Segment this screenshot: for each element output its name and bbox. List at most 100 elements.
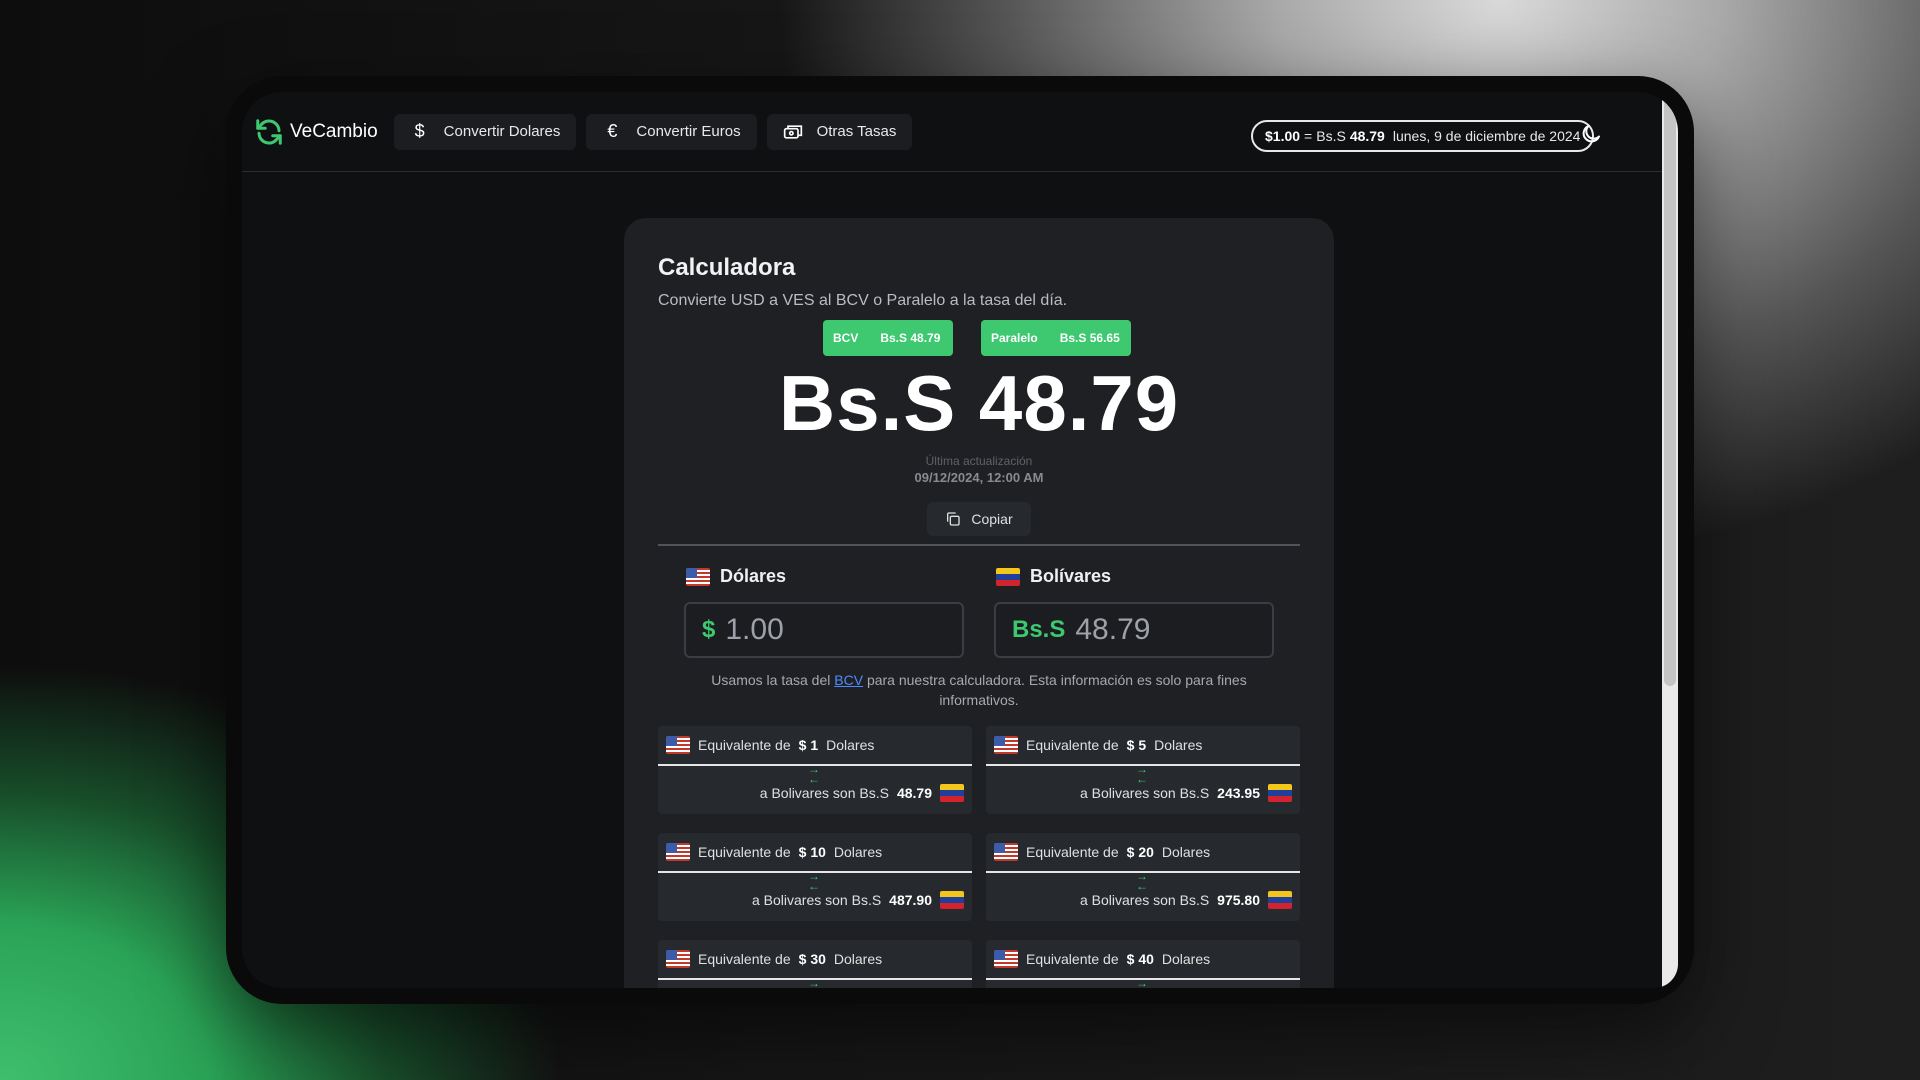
note-pre: Usamos la tasa del — [711, 672, 831, 688]
euro-icon: € — [607, 121, 618, 141]
tag-value: Bs.S 56.65 — [1059, 331, 1120, 345]
nav-label: Convertir Euros — [636, 123, 741, 140]
header-prefix: Bs.S — [1316, 128, 1346, 144]
divider — [658, 544, 1300, 546]
equivalent-card: Equivalente de $ 20 Dolares → ← a Bolivar… — [986, 833, 1300, 921]
tag-name: Paralelo — [991, 331, 1038, 345]
device-frame: VeCambio $ Convertir Dolares € Convertir… — [226, 76, 1694, 1004]
us-flag-icon — [994, 950, 1018, 968]
eq-bottom: a Bolivares son Bs.S 975.80 — [1080, 891, 1292, 909]
us-flag-icon — [994, 843, 1018, 861]
screen: VeCambio $ Convertir Dolares € Convertir… — [242, 92, 1678, 988]
ves-label-text: Bolívares — [1030, 566, 1112, 586]
tag-paralelo[interactable]: Paralelo Bs.S 56.65 — [981, 320, 1131, 356]
eq-bottom-pre: a Bolivares son Bs.S — [1080, 785, 1210, 801]
updated-label: Última actualización — [925, 454, 1033, 468]
eq-bottom-pre: a Bolivares son Bs.S — [1080, 892, 1210, 908]
eq-bottom: a Bolivares son Bs.S 243.95 — [1080, 784, 1292, 802]
navbar: VeCambio $ Convertir Dolares € Convertir… — [242, 92, 1662, 172]
usd-value: 1.00 — [725, 613, 784, 646]
eq-bottom-pre: a Bolivares son Bs.S — [752, 892, 882, 908]
eq-top-pre: Equivalente de — [698, 844, 791, 860]
eq-top-post: Dolares — [1154, 737, 1203, 753]
eq-result: 487.90 — [889, 892, 932, 908]
eq-top-pre: Equivalente de — [698, 737, 791, 753]
calculator-subtitle: Convierte USD a VES al BCV o Paralelo a … — [658, 292, 1068, 309]
eq-top-post: Dolares — [1161, 844, 1211, 860]
tag-name: BCV — [833, 331, 859, 345]
eq-top-pre: Equivalente de — [698, 951, 791, 967]
eq-top: Equivalente de $ 5 Dolares — [994, 736, 1202, 754]
brand[interactable]: VeCambio — [254, 117, 378, 147]
header-date: lunes, 9 de diciembre de 2024 — [1392, 128, 1581, 144]
scrollbar-thumb[interactable] — [1664, 96, 1676, 686]
header-value: 48.79 — [1349, 128, 1385, 144]
equivalent-card: Equivalente de $ 1 Dolares → ← a Bolivare… — [658, 726, 972, 814]
eq-top-pre: Equivalente de — [1026, 951, 1119, 967]
us-flag-icon — [666, 843, 690, 861]
refresh-logo-icon — [256, 118, 282, 145]
usd-input[interactable]: $ 1.00 — [684, 602, 964, 658]
tag-value: Bs.S 48.79 — [880, 331, 941, 345]
eq-amount: $ 1 — [798, 737, 819, 753]
copy-label: Copiar — [971, 511, 1013, 527]
eq-amount: $ 20 — [1126, 844, 1154, 860]
eq-result: 975.80 — [1217, 892, 1260, 908]
copy-button[interactable]: Copiar — [927, 502, 1031, 536]
swap-arrows-icon: →← — [808, 976, 820, 988]
bcv-link[interactable]: BCV — [834, 672, 863, 688]
ves-label: Bolívares — [996, 566, 1111, 587]
nav-label: Otras Tasas — [816, 123, 897, 140]
swap-arrows-icon: →← — [808, 762, 820, 786]
header-eq: = — [1304, 128, 1313, 144]
tag-bcv[interactable]: BCV Bs.S 48.79 — [823, 320, 953, 356]
updated-date: 09/12/2024, 12:00 AM — [914, 470, 1044, 485]
eq-result: 243.95 — [1217, 785, 1260, 801]
eq-amount: $ 40 — [1126, 951, 1154, 967]
usd-prefix: $ — [702, 616, 716, 643]
eq-top-pre: Equivalente de — [1026, 844, 1119, 860]
dollar-icon: $ — [414, 121, 425, 141]
nav-other-rates-button[interactable]: Otras Tasas — [766, 113, 913, 150]
ve-flag-icon — [996, 567, 1020, 586]
eq-bottom-pre: a Bolivares son Bs.S — [759, 785, 889, 801]
us-flag-icon — [666, 950, 690, 968]
ve-flag-icon — [940, 784, 964, 802]
header-rate-pill: $1.00 = Bs.S 48.79 lunes, 9 de diciembre… — [1251, 120, 1595, 152]
swap-arrows-icon: →← — [808, 869, 820, 893]
swap-arrows-icon: →← — [1136, 762, 1148, 786]
usd-label: Dólares — [686, 566, 786, 587]
eq-top-post: Dolares — [826, 737, 875, 753]
nav-convert-euros-button[interactable]: € Convertir Euros — [586, 113, 757, 150]
nav-label: Convertir Dolares — [443, 123, 561, 140]
scrollbar[interactable] — [1662, 92, 1678, 988]
eq-top: Equivalente de $ 1 Dolares — [666, 736, 874, 754]
ves-input[interactable]: Bs.S 48.79 — [994, 602, 1274, 658]
equivalent-card: Equivalente de $ 40 Dolares →← — [986, 940, 1300, 988]
eq-amount: $ 30 — [798, 951, 826, 967]
eq-bottom: a Bolivares son Bs.S 48.79 — [760, 784, 964, 802]
usd-label-text: Dólares — [720, 566, 787, 586]
nav-convert-dollars-button[interactable]: $ Convertir Dolares — [393, 113, 577, 150]
eq-top-pre: Equivalente de — [1026, 737, 1119, 753]
calculator-title: Calculadora — [658, 254, 796, 281]
eq-bottom: a Bolivares son Bs.S 487.90 — [752, 891, 964, 909]
us-flag-icon — [686, 567, 710, 586]
ve-flag-icon — [940, 891, 964, 909]
eq-top: Equivalente de $ 20 Dolares — [994, 843, 1210, 861]
eq-top: Equivalente de $ 10 Dolares — [666, 843, 882, 861]
eq-top-post: Dolares — [1161, 951, 1211, 967]
calculator-card: Calculadora Convierte USD a VES al BCV o… — [624, 218, 1334, 988]
equivalent-card: Equivalente de $ 10 Dolares → ← a Bolivar… — [658, 833, 972, 921]
note-post: para nuestra calculadora. Esta informaci… — [866, 672, 1247, 708]
ves-value: 48.79 — [1075, 613, 1151, 646]
header-usd: $1.00 — [1265, 128, 1301, 144]
moon-icon[interactable] — [1579, 122, 1603, 146]
eq-result: 48.79 — [896, 785, 932, 801]
us-flag-icon — [994, 736, 1018, 754]
eq-top-post: Dolares — [833, 951, 883, 967]
exchange-icon — [783, 124, 802, 139]
ves-prefix: Bs.S — [1012, 616, 1066, 643]
equivalent-card: Equivalente de $ 5 Dolares → ← a Bolivare… — [986, 726, 1300, 814]
info-note: Usamos la tasa del BCV para nuestra calc… — [684, 670, 1274, 710]
